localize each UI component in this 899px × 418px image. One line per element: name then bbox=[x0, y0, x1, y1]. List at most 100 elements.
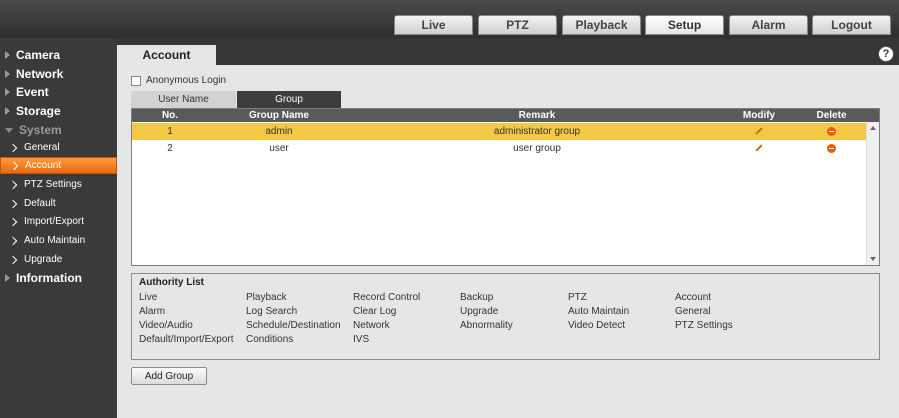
chevron-right-icon bbox=[8, 217, 18, 226]
chevron-right-icon bbox=[8, 143, 18, 152]
add-group-button[interactable]: Add Group bbox=[131, 367, 207, 385]
expand-arrow-icon bbox=[5, 274, 10, 282]
expand-arrow-icon bbox=[5, 70, 10, 78]
scroll-up-icon[interactable] bbox=[870, 126, 876, 130]
authority-item: Live bbox=[139, 292, 158, 303]
top-nav-bar: Live PTZ Playback Setup Alarm Logout bbox=[0, 0, 899, 38]
authority-item: Network bbox=[353, 320, 390, 331]
authority-item: Backup bbox=[460, 292, 494, 303]
tab-live[interactable]: Live bbox=[394, 15, 473, 35]
authority-item: Auto Maintain bbox=[568, 306, 630, 317]
sidebar-item-ptz-settings[interactable]: PTZ Settings bbox=[0, 176, 117, 193]
sidebar-section-label: System bbox=[19, 123, 62, 137]
sidebar-section-information[interactable]: Information bbox=[0, 269, 117, 287]
authority-item: Video Detect bbox=[568, 320, 626, 331]
page-title-tab: Account bbox=[117, 45, 216, 65]
chevron-right-icon bbox=[8, 199, 18, 208]
cell-remark: administrator group bbox=[493, 126, 581, 137]
authority-list-title: Authority List bbox=[139, 277, 204, 288]
help-icon[interactable]: ? bbox=[878, 46, 894, 62]
authority-list-panel: Authority List Live Playback Record Cont… bbox=[131, 273, 880, 360]
tab-ptz[interactable]: PTZ bbox=[478, 15, 557, 35]
authority-item: IVS bbox=[353, 334, 370, 345]
group-table: No. Group Name Remark Modify Delete 1 ad… bbox=[131, 108, 880, 266]
sidebar-item-label: Upgrade bbox=[24, 254, 63, 265]
sidebar-section-storage[interactable]: Storage bbox=[0, 102, 117, 120]
sidebar-item-account[interactable]: Account bbox=[0, 157, 117, 174]
modify-button[interactable] bbox=[724, 140, 794, 157]
header-remark: Remark bbox=[518, 110, 556, 121]
delete-icon[interactable] bbox=[827, 143, 836, 153]
sidebar-item-label: PTZ Settings bbox=[24, 179, 82, 190]
tab-logout[interactable]: Logout bbox=[812, 15, 891, 35]
checkbox-icon[interactable] bbox=[131, 75, 141, 86]
table-scrollbar[interactable] bbox=[866, 122, 879, 265]
pencil-icon[interactable] bbox=[755, 127, 763, 135]
sidebar-section-label: Network bbox=[16, 67, 64, 81]
sidebar-section-system[interactable]: System bbox=[0, 121, 117, 139]
authority-item: Playback bbox=[246, 292, 287, 303]
delete-icon[interactable] bbox=[827, 126, 836, 136]
sidebar-section-event[interactable]: Event bbox=[0, 83, 117, 101]
table-header: No. Group Name Remark Modify Delete bbox=[132, 109, 879, 122]
pencil-icon[interactable] bbox=[755, 144, 763, 152]
tab-alarm[interactable]: Alarm bbox=[729, 15, 808, 35]
expand-arrow-icon bbox=[5, 107, 10, 115]
sidebar-item-label: Import/Export bbox=[24, 216, 85, 227]
table-row[interactable]: 2 user user group bbox=[132, 140, 867, 157]
collapse-arrow-icon bbox=[5, 127, 13, 133]
expand-arrow-icon bbox=[5, 51, 10, 59]
authority-item: Default/Import/Export bbox=[139, 334, 234, 345]
cell-no: 2 bbox=[167, 143, 173, 154]
sidebar-section-label: Storage bbox=[16, 104, 61, 118]
authority-item: General bbox=[675, 306, 711, 317]
cell-no: 1 bbox=[167, 126, 173, 137]
sidebar-item-auto-maintain[interactable]: Auto Maintain bbox=[0, 232, 117, 249]
authority-item: Abnormality bbox=[460, 320, 513, 331]
anonymous-login-label: Anonymous Login bbox=[146, 75, 227, 86]
authority-item: Clear Log bbox=[353, 306, 397, 317]
sidebar-section-network[interactable]: Network bbox=[0, 65, 117, 83]
tab-setup[interactable]: Setup bbox=[645, 15, 724, 35]
anonymous-login-checkbox[interactable]: Anonymous Login bbox=[131, 75, 226, 86]
chevron-right-icon bbox=[8, 236, 18, 245]
subtab-user-name[interactable]: User Name bbox=[131, 91, 236, 108]
tab-playback[interactable]: Playback bbox=[562, 15, 641, 35]
authority-item: Upgrade bbox=[460, 306, 499, 317]
chevron-right-icon bbox=[8, 255, 18, 264]
expand-arrow-icon bbox=[5, 88, 10, 96]
sidebar-item-upgrade[interactable]: Upgrade bbox=[0, 251, 117, 268]
sidebar-item-import-export[interactable]: Import/Export bbox=[0, 213, 117, 230]
sidebar-item-label: Account bbox=[25, 160, 62, 171]
sidebar-section-camera[interactable]: Camera bbox=[0, 46, 117, 64]
delete-button[interactable] bbox=[794, 123, 869, 140]
header-no: No. bbox=[161, 110, 179, 121]
header-modify: Modify bbox=[742, 110, 776, 121]
sidebar-section-label: Event bbox=[16, 85, 49, 99]
table-row[interactable]: 1 admin administrator group bbox=[132, 123, 867, 140]
sidebar-item-label: Auto Maintain bbox=[24, 235, 86, 246]
chevron-right-icon bbox=[8, 180, 18, 189]
sidebar-item-general[interactable]: General bbox=[0, 139, 117, 156]
authority-item: Log Search bbox=[246, 306, 298, 317]
header-delete: Delete bbox=[816, 110, 847, 121]
sidebar-item-label: General bbox=[24, 142, 60, 153]
sidebar-section-label: Camera bbox=[16, 48, 61, 62]
authority-item: Conditions bbox=[246, 334, 294, 345]
sidebar-item-default[interactable]: Default bbox=[0, 195, 117, 212]
sidebar: Camera Network Event Storage System Gene… bbox=[0, 38, 117, 418]
sidebar-item-label: Default bbox=[24, 198, 56, 209]
authority-item: Schedule/Destination bbox=[246, 320, 341, 331]
subtab-group[interactable]: Group bbox=[237, 91, 341, 108]
modify-button[interactable] bbox=[724, 123, 794, 140]
authority-item: Video/Audio bbox=[139, 320, 193, 331]
cell-group-name: admin bbox=[265, 126, 293, 137]
authority-item: PTZ bbox=[568, 292, 587, 303]
authority-item: Account bbox=[675, 292, 712, 303]
header-group-name: Group Name bbox=[248, 110, 309, 121]
cell-group-name: user bbox=[269, 143, 289, 154]
authority-item: Record Control bbox=[353, 292, 421, 303]
scroll-down-icon[interactable] bbox=[870, 257, 876, 261]
authority-item: PTZ Settings bbox=[675, 320, 733, 331]
delete-button[interactable] bbox=[794, 140, 869, 157]
